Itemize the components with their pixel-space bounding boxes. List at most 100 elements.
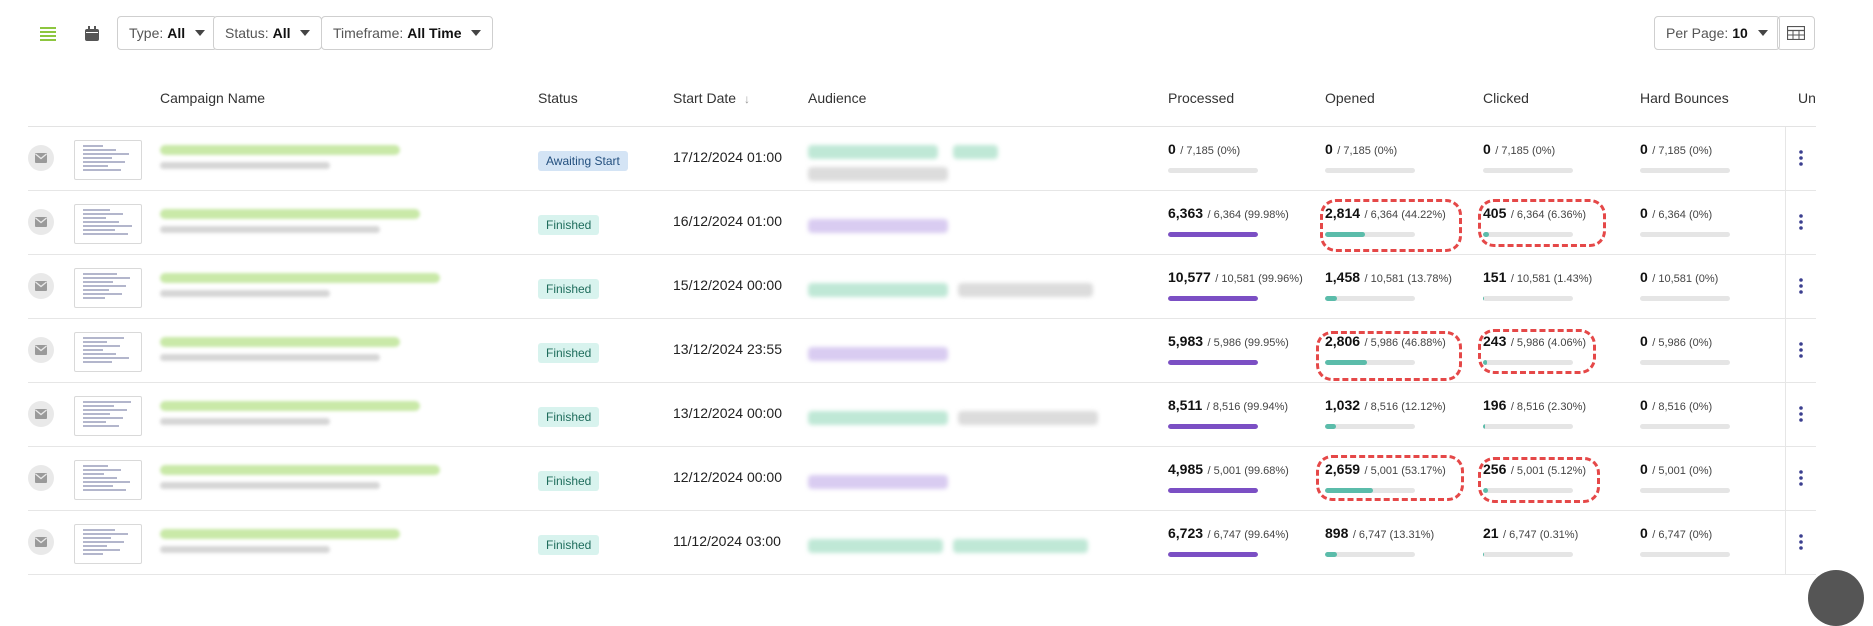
processed-count: 10,577 [1168,269,1211,285]
email-preview-thumbnail[interactable] [74,524,142,564]
bounces-count: 0 [1640,397,1648,413]
processed-detail: / 6,747 (99.64%) [1208,529,1289,541]
calendar-icon[interactable] [80,22,104,46]
audience-tag-redacted [808,283,948,297]
unsubscribes-cell [1785,383,1816,446]
unsubscribes-cell [1785,127,1816,190]
audience-tag-redacted [808,167,948,181]
header-hard-bounces[interactable]: Hard Bounces [1640,90,1729,106]
timeframe-filter-dropdown[interactable]: Timeframe: All Time [321,16,493,50]
processed-count: 5,983 [1168,333,1203,349]
status-badge: Finished [538,215,599,235]
opened-detail: / 7,185 (0%) [1337,145,1397,157]
clicked-metric: 0 / 7,185 (0%) [1483,141,1573,173]
opened-progress-bar [1325,168,1415,173]
bounces-detail: / 5,986 (0%) [1652,337,1712,349]
opened-progress-fill [1325,424,1336,429]
campaign-subject-redacted [160,354,380,361]
bounces-metric: 0 / 8,516 (0%) [1640,397,1730,429]
campaign-subject-redacted [160,418,330,425]
bounces-count: 0 [1640,269,1648,285]
header-status[interactable]: Status [538,90,578,106]
bounces-count: 0 [1640,141,1648,157]
email-icon [28,529,54,555]
email-preview-thumbnail[interactable] [74,460,142,500]
table-row[interactable]: Finished13/12/2024 00:008,511 / 8,516 (9… [28,383,1816,447]
table-columns-button[interactable] [1777,16,1815,50]
email-preview-thumbnail[interactable] [74,396,142,436]
type-filter-dropdown[interactable]: Type: All [117,16,217,50]
header-campaign-name[interactable]: Campaign Name [160,90,265,106]
bounces-detail: / 7,185 (0%) [1652,145,1712,157]
bounces-progress-bar [1640,488,1730,493]
status-filter-label: Status: [225,25,269,41]
audience-tag-redacted [808,475,948,489]
email-preview-thumbnail[interactable] [74,204,142,244]
highlight-opened-row6 [1316,455,1464,501]
list-icon[interactable] [36,22,60,46]
table-columns-icon [1787,26,1805,40]
campaign-subject-redacted [160,226,380,233]
audience-tags [808,397,1108,437]
email-preview-thumbnail[interactable] [74,332,142,372]
bounces-count: 0 [1640,461,1648,477]
email-preview-thumbnail[interactable] [74,268,142,308]
processed-progress-bar [1168,296,1258,301]
bounces-count: 0 [1640,333,1648,349]
status-badge: Finished [538,279,599,299]
bounces-count: 0 [1640,205,1648,221]
unsubscribes-cell [1785,191,1816,254]
campaign-name-link[interactable] [160,462,500,489]
audience-tags [808,269,1108,309]
campaign-name-link[interactable] [160,142,500,169]
table-row[interactable]: Finished15/12/2024 00:0010,577 / 10,581 … [28,255,1816,319]
unsubscribes-cell [1785,255,1816,318]
audience-tag-redacted [953,145,998,159]
status-badge: Finished [538,471,599,491]
opened-detail: / 8,516 (12.12%) [1365,401,1446,413]
campaign-name-link[interactable] [160,526,500,553]
type-filter-value: All [167,25,185,41]
table-row[interactable]: Awaiting Start17/12/2024 01:000 / 7,185 … [28,127,1816,191]
status-badge: Finished [538,407,599,427]
opened-metric: 1,458 / 10,581 (13.78%) [1325,269,1452,301]
header-unsubscribes[interactable]: Un [1798,90,1816,106]
header-audience[interactable]: Audience [808,90,866,106]
bounces-detail: / 8,516 (0%) [1652,401,1712,413]
campaign-name-link[interactable] [160,334,500,361]
processed-progress-fill [1168,232,1258,237]
opened-progress-bar [1325,552,1415,557]
status-filter-dropdown[interactable]: Status: All [213,16,322,50]
opened-count: 898 [1325,525,1348,541]
email-preview-thumbnail[interactable] [74,140,142,180]
type-filter-label: Type: [129,25,163,41]
campaign-name-link[interactable] [160,270,500,297]
processed-metric: 8,511 / 8,516 (99.94%) [1168,397,1288,429]
header-processed[interactable]: Processed [1168,90,1234,106]
clicked-detail: / 8,516 (2.30%) [1511,401,1586,413]
start-date: 16/12/2024 01:00 [673,213,782,229]
clicked-detail: / 7,185 (0%) [1495,145,1555,157]
email-icon [28,209,54,235]
sort-down-icon: ↓ [744,92,750,106]
campaign-title-redacted [160,209,420,219]
header-start-date[interactable]: Start Date↓ [673,90,750,106]
table-row[interactable]: Finished11/12/2024 03:006,723 / 6,747 (9… [28,511,1816,575]
campaign-subject-redacted [160,482,380,489]
processed-detail: / 5,001 (99.68%) [1208,465,1289,477]
header-clicked[interactable]: Clicked [1483,90,1529,106]
campaign-name-link[interactable] [160,398,500,425]
campaign-subject-redacted [160,290,330,297]
processed-count: 8,511 [1168,397,1202,413]
campaign-name-link[interactable] [160,206,500,233]
processed-metric: 4,985 / 5,001 (99.68%) [1168,461,1289,493]
per-page-dropdown[interactable]: Per Page: 10 [1654,16,1780,50]
header-opened[interactable]: Opened [1325,90,1375,106]
clicked-count: 21 [1483,525,1499,541]
processed-metric: 6,723 / 6,747 (99.64%) [1168,525,1289,557]
campaign-title-redacted [160,401,420,411]
chat-widget-button[interactable] [1808,570,1864,626]
bounces-metric: 0 / 5,986 (0%) [1640,333,1730,365]
start-date: 15/12/2024 00:00 [673,277,782,293]
campaign-title-redacted [160,465,440,475]
